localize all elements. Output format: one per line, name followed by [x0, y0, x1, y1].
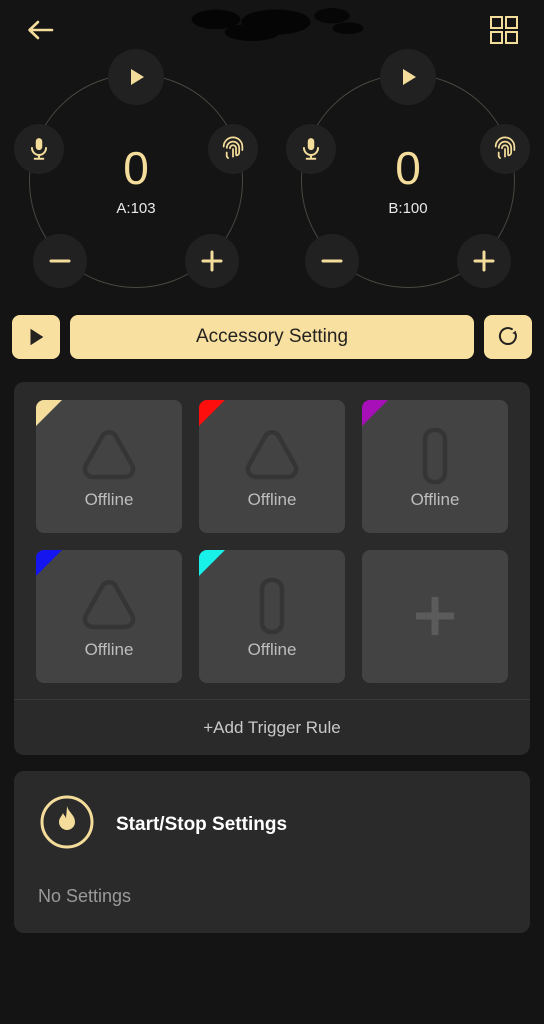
grid-view-icon [490, 16, 518, 44]
add-trigger-rule-button[interactable]: +Add Trigger Rule [14, 699, 530, 755]
start-stop-title: Start/Stop Settings [116, 813, 288, 835]
accessory-corner-marker [36, 550, 62, 576]
add-accessory-card[interactable] [362, 550, 508, 683]
accessory-card[interactable]: Offline [199, 550, 345, 683]
device-pill-icon [240, 574, 304, 638]
accessory-corner-marker [36, 400, 62, 426]
plus-icon [473, 250, 495, 272]
dial-a-play-button[interactable] [108, 49, 164, 105]
accessory-setting-button[interactable]: Accessory Setting [70, 315, 474, 359]
action-row: Accessory Setting [0, 308, 544, 366]
accessory-status: Offline [84, 639, 134, 659]
page-title [172, 0, 372, 48]
grid-view-button[interactable] [482, 8, 526, 52]
accessory-status: Offline [247, 639, 297, 659]
dial-a-decrease-button[interactable] [33, 234, 87, 288]
refresh-button[interactable] [484, 315, 532, 359]
accessory-status: Offline [84, 489, 134, 509]
arrow-left-icon [28, 20, 54, 40]
play-icon [131, 69, 144, 85]
device-triangle-icon [77, 424, 141, 488]
dial-b-decrease-button[interactable] [305, 234, 359, 288]
dial-a: 0 A:103 [0, 49, 272, 300]
dial-b: 0 B:100 [272, 49, 544, 300]
flame-circle-icon [38, 793, 96, 856]
accessory-card[interactable]: Offline [362, 400, 508, 533]
accessory-status: Offline [410, 489, 460, 509]
dial-b-label: B:100 [388, 200, 428, 217]
refresh-loop-icon [498, 327, 517, 345]
device-triangle-icon [240, 424, 304, 488]
accessory-corner-marker [199, 550, 225, 576]
accessory-card[interactable]: Offline [36, 400, 182, 533]
start-stop-header: Start/Stop Settings [38, 793, 506, 856]
start-stop-subtitle: No Settings [38, 886, 132, 906]
minus-icon [49, 259, 71, 263]
device-triangle-icon [77, 574, 141, 638]
play-icon [30, 328, 44, 346]
dial-a-increase-button[interactable] [185, 234, 239, 288]
accessory-card[interactable]: Offline [36, 550, 182, 683]
back-button[interactable] [18, 8, 62, 52]
app-screen: 0 A:103 0 B:100 Accessory Setting Offlin… [0, 0, 544, 1024]
dial-b-value: 0 [395, 142, 421, 194]
top-bar [0, 0, 544, 60]
accessory-grid: Offline Offline Offline Offline Offline [14, 382, 530, 699]
accessory-corner-marker [362, 400, 388, 426]
accessory-card[interactable]: Offline [199, 400, 345, 533]
dial-a-value: 0 [123, 142, 149, 194]
dial-controls: 0 A:103 0 B:100 [0, 49, 544, 300]
plus-icon [404, 584, 466, 648]
play-icon [403, 69, 416, 85]
dial-b-play-button[interactable] [380, 49, 436, 105]
device-pill-icon [403, 424, 467, 488]
start-stop-settings-panel[interactable]: Start/Stop Settings No Settings [14, 771, 530, 933]
dial-a-label: A:103 [116, 200, 156, 217]
accessory-panel: Offline Offline Offline Offline Offline … [14, 382, 530, 755]
play-all-button[interactable] [12, 315, 60, 359]
dial-b-increase-button[interactable] [457, 234, 511, 288]
plus-icon [201, 250, 223, 272]
accessory-corner-marker [199, 400, 225, 426]
minus-icon [321, 259, 343, 263]
accessory-status: Offline [247, 489, 297, 509]
